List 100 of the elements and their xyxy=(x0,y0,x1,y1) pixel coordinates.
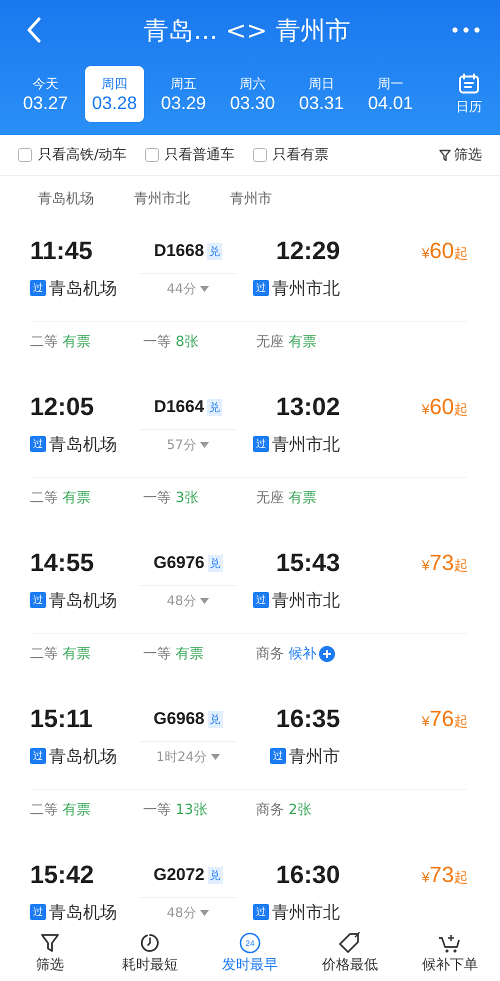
duration: 1时24分 xyxy=(156,748,207,766)
departure-station: 青岛机场 xyxy=(49,590,117,612)
route-title: 青岛... <> 青州市 xyxy=(142,14,352,46)
train-number: D1668 xyxy=(154,241,204,261)
seat-availability: 二等 有票 xyxy=(30,489,90,507)
caret-icon[interactable] xyxy=(200,442,210,448)
exchange-badge: 兑 xyxy=(208,554,223,572)
departure-station: 青岛机场 xyxy=(49,434,117,456)
pass-badge: 过 xyxy=(30,436,46,452)
caret-icon[interactable] xyxy=(210,754,220,760)
seat-availability: 二等 有票 xyxy=(30,645,90,663)
departure-time: 14:55 xyxy=(30,548,95,578)
sort-tab[interactable]: 耗时最短 xyxy=(100,925,200,981)
date-tab[interactable]: 周六 03.30 xyxy=(223,66,282,122)
date-tab[interactable]: 周五 03.29 xyxy=(154,66,213,122)
arrival-station: 青州市北 xyxy=(272,902,340,924)
price: ¥73起 xyxy=(422,550,468,576)
train-number: G6976 xyxy=(153,553,205,573)
cart-icon xyxy=(438,932,462,954)
duration: 48分 xyxy=(166,592,196,610)
arrival-time: 15:43 xyxy=(275,548,340,578)
filter-checkbox[interactable]: 只看有票 xyxy=(252,146,329,164)
filter-button[interactable]: 筛选 xyxy=(439,146,482,164)
plus-icon[interactable] xyxy=(319,646,336,662)
seat-availability: 无座 有票 xyxy=(256,333,316,351)
filter-checkbox[interactable]: 只看高铁/动车 xyxy=(18,146,127,164)
calendar-icon xyxy=(458,72,480,94)
train-card[interactable]: 14:55 G6976 兑 15:43 ¥73起 过 青岛机场 48分 过 青州市北 二等 有票 一等 有票 商务 候补 xyxy=(0,533,500,689)
arrival-station: 青州市 xyxy=(289,746,340,768)
exchange-badge: 兑 xyxy=(208,866,223,884)
train-number: D1664 xyxy=(154,397,204,417)
price-tag-icon xyxy=(338,932,362,954)
duration: 44分 xyxy=(166,280,196,298)
timer-icon xyxy=(139,932,161,954)
sort-tab[interactable]: 24 发时最早 xyxy=(200,925,300,981)
seat-availability: 无座 有票 xyxy=(256,489,316,507)
duration: 57分 xyxy=(166,436,196,454)
sort-tab[interactable]: 候补下单 xyxy=(400,925,500,981)
sort-tab[interactable]: 价格最低 xyxy=(300,925,400,981)
train-card[interactable]: 15:11 G6968 兑 16:35 ¥76起 过 青岛机场 1时24分 过 青州市 二等 有票 一等 13张 商务 2张 xyxy=(0,689,500,845)
train-card[interactable]: 11:45 D1668 兑 12:29 ¥60起 过 青岛机场 44分 过 青州市北 二等 有票 一等 8张 无座 有票 xyxy=(0,221,500,377)
pass-badge: 过 xyxy=(30,904,46,920)
arrival-station: 青州市北 xyxy=(272,278,340,300)
departure-station: 青岛机场 xyxy=(49,746,117,768)
price: ¥76起 xyxy=(422,706,468,732)
pass-badge: 过 xyxy=(30,280,46,296)
pass-badge: 过 xyxy=(270,748,286,764)
train-number: G6968 xyxy=(153,709,205,729)
pass-badge: 过 xyxy=(253,592,269,608)
seat-availability: 一等 3张 xyxy=(143,489,198,507)
date-tab[interactable]: 周一 04.01 xyxy=(361,66,420,122)
pass-badge: 过 xyxy=(253,904,269,920)
price: ¥60起 xyxy=(422,394,468,420)
caret-icon[interactable] xyxy=(200,598,210,604)
more-icon[interactable] xyxy=(452,27,480,33)
seat-availability: 商务 候补 xyxy=(256,645,316,663)
exchange-badge: 兑 xyxy=(208,710,223,728)
seat-availability: 一等 8张 xyxy=(143,333,198,351)
price: ¥73起 xyxy=(422,862,468,888)
arrival-time: 16:35 xyxy=(275,704,340,734)
pass-badge: 过 xyxy=(253,280,269,296)
arrival-time: 16:30 xyxy=(275,860,340,890)
departure-station: 青岛机场 xyxy=(49,902,117,924)
filter-icon xyxy=(39,932,61,954)
arrival-station: 青州市北 xyxy=(272,434,340,456)
caret-icon[interactable] xyxy=(200,910,210,916)
filter-checkbox[interactable]: 只看普通车 xyxy=(144,146,235,164)
pass-badge: 过 xyxy=(253,436,269,452)
duration: 48分 xyxy=(166,904,196,922)
price: ¥60起 xyxy=(422,238,468,264)
date-tab[interactable]: 周日 03.31 xyxy=(292,66,351,122)
date-tab[interactable]: 周四 03.28 xyxy=(85,66,144,122)
arrival-time: 13:02 xyxy=(275,392,340,422)
seat-availability: 二等 有票 xyxy=(30,333,90,351)
pass-badge: 过 xyxy=(30,592,46,608)
departure-time: 11:45 xyxy=(30,236,94,266)
exchange-badge: 兑 xyxy=(207,398,222,416)
train-card[interactable]: 12:05 D1664 兑 13:02 ¥60起 过 青岛机场 57分 过 青州市北 二等 有票 一等 3张 无座 有票 xyxy=(0,377,500,533)
departure-time: 15:11 xyxy=(30,704,94,734)
back-icon[interactable] xyxy=(26,17,42,43)
exchange-badge: 兑 xyxy=(207,242,222,260)
caret-icon[interactable] xyxy=(200,286,210,292)
clock-icon: 24 xyxy=(239,932,261,954)
departure-time: 12:05 xyxy=(30,392,95,422)
station-filter[interactable]: 青岛机场 xyxy=(38,190,94,208)
station-filter[interactable]: 青州市 xyxy=(230,190,272,208)
seat-availability: 一等 有票 xyxy=(143,645,204,663)
pass-badge: 过 xyxy=(30,748,46,764)
filter-icon xyxy=(439,148,451,162)
station-filter[interactable]: 青州市北 xyxy=(134,190,190,208)
arrival-time: 12:29 xyxy=(275,236,340,266)
date-tab[interactable]: 今天 03.27 xyxy=(16,66,75,122)
departure-time: 15:42 xyxy=(30,860,95,890)
train-number: G2072 xyxy=(153,865,205,885)
seat-availability: 二等 有票 xyxy=(30,801,90,819)
departure-station: 青岛机场 xyxy=(49,278,117,300)
seat-availability: 商务 2张 xyxy=(256,801,312,819)
sort-tab[interactable]: 筛选 xyxy=(0,925,100,981)
seat-availability: 一等 13张 xyxy=(143,801,208,819)
arrival-station: 青州市北 xyxy=(272,590,340,612)
